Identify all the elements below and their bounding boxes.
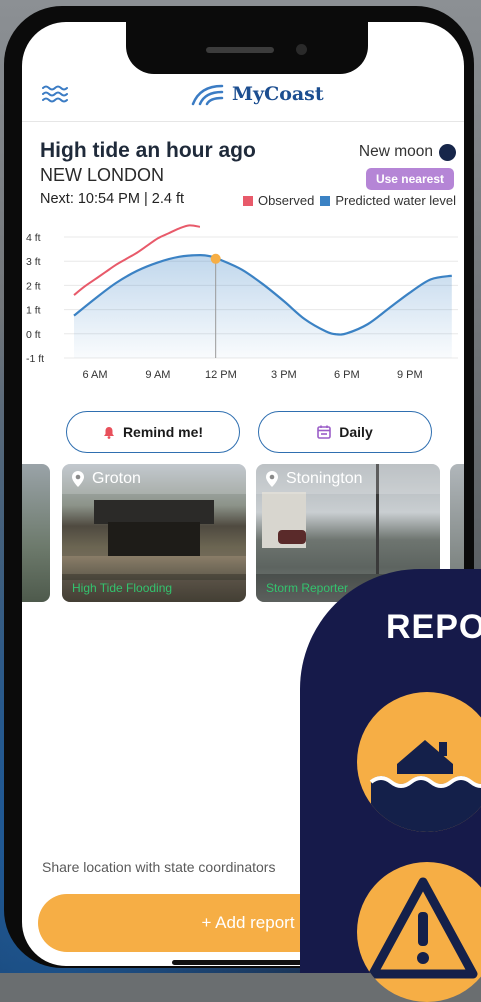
predicted-swatch [320,195,331,206]
chart-legend: Observed Predicted water level [233,193,456,208]
y-tick-label: 3 ft [26,256,41,268]
map-pin-icon [266,471,278,487]
predicted-area [74,255,452,358]
legend-observed: Observed [257,193,315,208]
car-shape [278,530,306,544]
card-category: High Tide Flooding [62,574,246,602]
observed-swatch [242,195,253,206]
new-moon-icon [439,143,456,161]
speaker [206,47,274,53]
camera [296,44,307,55]
card-location: Stonington [286,470,363,487]
add-report-label: + Add report [201,913,295,932]
station-name: NEW LONDON [40,165,165,185]
moon-phase-label: New moon [358,143,433,160]
x-tick-label: 6 PM [334,369,360,381]
tide-status: High tide an hour ago [40,139,256,162]
current-time-marker [210,253,221,264]
use-nearest-button[interactable]: Use nearest [365,168,454,190]
warning-icon [357,862,481,1002]
map-pin-icon [72,471,84,487]
share-location-text[interactable]: Share location with state coordinators [42,859,275,875]
phone-notch [126,22,368,74]
report-card-partial-left[interactable] [22,464,50,602]
y-tick-label: -1 ft [26,353,44,365]
remind-me-label: Remind me! [122,424,204,440]
card-header: Groton [62,464,246,494]
bell-icon [103,426,114,439]
daily-button[interactable]: Daily [258,411,432,453]
legend-predicted: Predicted water level [335,193,456,208]
next-tide: Next: 10:54 PM | 2.4 ft [40,191,185,207]
daily-label: Daily [339,424,373,440]
y-tick-label: 1 ft [26,305,41,317]
y-tick-label: 4 ft [26,232,41,244]
wave-logo-icon [191,84,224,106]
x-tick-label: 9 AM [145,369,170,381]
remind-me-button[interactable]: Remind me! [66,411,240,453]
moon-phase: New moon [359,143,456,161]
x-tick-label: 6 AM [82,369,107,381]
report-photo [22,464,50,602]
app-name: MyCoast [232,83,324,105]
tunnel-shape [108,522,200,556]
calendar-icon [317,425,332,439]
app-logo: MyCoast [190,78,324,110]
tide-chart[interactable]: 4 ft 3 ft 2 ft 1 ft 0 ft -1 ft 6 AM 9 AM 12 PM 3… [22,218,464,398]
waves-menu-icon[interactable] [42,84,68,104]
card-header: Stonington [256,464,440,494]
x-tick-label: 12 PM [205,369,237,381]
report-card-groton[interactable]: Groton High Tide Flooding [62,464,246,602]
card-location: Groton [92,470,141,487]
header-divider [22,121,464,122]
overpass-shape [94,500,214,524]
y-tick-label: 0 ft [26,329,41,341]
y-tick-label: 2 ft [26,280,41,292]
x-tick-label: 9 PM [397,369,423,381]
x-tick-label: 3 PM [271,369,297,381]
promo-title: REPO [386,608,481,646]
